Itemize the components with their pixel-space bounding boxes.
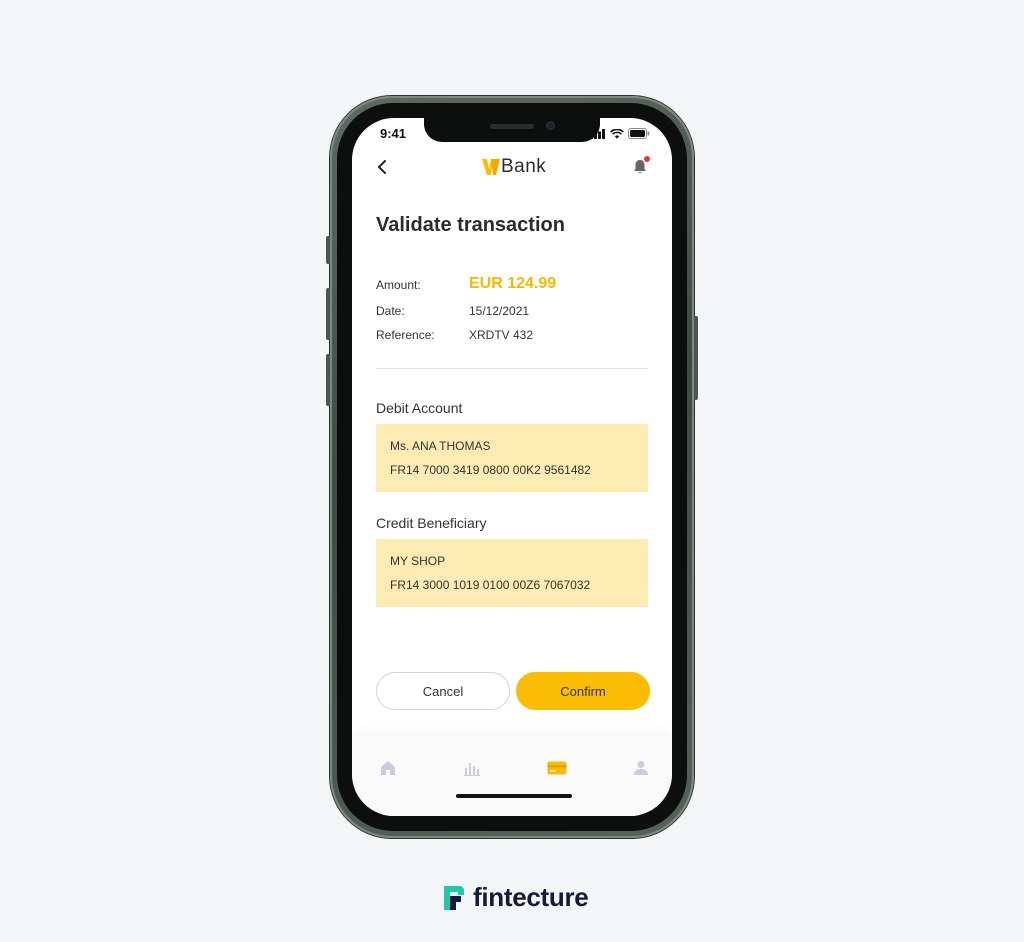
home-indicator bbox=[456, 794, 572, 798]
phone-frame: 9:41 Bank Validate transaction Amount: E… bbox=[326, 96, 698, 838]
logo-text: Bank bbox=[501, 156, 547, 177]
credit-beneficiary-title: Credit Beneficiary bbox=[376, 515, 487, 531]
page-title: Validate transaction bbox=[376, 214, 565, 236]
reference-label: Reference: bbox=[376, 328, 435, 342]
debit-account-iban: FR14 7000 3419 0800 00K2 9561482 bbox=[390, 463, 591, 477]
divider bbox=[376, 368, 648, 369]
battery-icon bbox=[628, 128, 650, 139]
credit-beneficiary-iban: FR14 3000 1019 0100 00Z6 7067032 bbox=[390, 578, 591, 592]
notification-badge bbox=[644, 156, 650, 162]
brand-text: fintecture bbox=[473, 882, 589, 912]
power-button bbox=[694, 316, 698, 400]
tab-stats[interactable] bbox=[460, 756, 484, 780]
silent-switch bbox=[326, 236, 330, 264]
tab-profile[interactable] bbox=[629, 756, 653, 780]
tab-bar bbox=[352, 736, 672, 816]
debit-account-card: Ms. ANA THOMAS FR14 7000 3419 0800 00K2 … bbox=[376, 424, 648, 492]
chevron-left-icon bbox=[378, 160, 386, 174]
credit-beneficiary-card: MY SHOP FR14 3000 1019 0100 00Z6 7067032 bbox=[376, 539, 648, 607]
confirm-button[interactable]: Confirm bbox=[516, 672, 650, 710]
reference-value: XRDTV 432 bbox=[469, 328, 534, 342]
speaker bbox=[490, 124, 534, 129]
status-icons bbox=[590, 128, 650, 139]
home-icon bbox=[381, 761, 395, 775]
status-time: 9:41 bbox=[380, 126, 407, 141]
back-button[interactable] bbox=[374, 158, 392, 176]
notification-button[interactable] bbox=[630, 156, 650, 176]
stats-icon bbox=[464, 763, 480, 776]
tab-home[interactable] bbox=[376, 756, 400, 780]
amount-value: EUR 124.99 bbox=[469, 275, 557, 292]
volume-down-button bbox=[326, 354, 330, 406]
w-logo-icon bbox=[482, 159, 500, 175]
tab-cards[interactable] bbox=[545, 756, 569, 780]
signal-icon bbox=[590, 128, 605, 139]
wifi-icon bbox=[610, 128, 624, 139]
date-label: Date: bbox=[376, 304, 405, 318]
notch bbox=[424, 118, 600, 142]
phone-screen: 9:41 Bank Validate transaction Amount: E… bbox=[352, 118, 672, 816]
volume-up-button bbox=[326, 288, 330, 340]
card-icon bbox=[547, 761, 567, 775]
fintecture-logo-icon bbox=[444, 885, 464, 910]
credit-beneficiary-name: MY SHOP bbox=[390, 554, 446, 568]
profile-icon bbox=[634, 761, 648, 775]
debit-account-title: Debit Account bbox=[376, 400, 463, 416]
fintecture-brand: fintecture bbox=[441, 882, 589, 913]
cancel-button[interactable]: Cancel bbox=[376, 672, 510, 710]
camera-icon bbox=[546, 121, 555, 130]
debit-account-name: Ms. ANA THOMAS bbox=[390, 439, 491, 453]
date-value: 15/12/2021 bbox=[469, 304, 530, 318]
amount-label: Amount: bbox=[376, 278, 421, 292]
app-logo: Bank bbox=[482, 156, 546, 178]
